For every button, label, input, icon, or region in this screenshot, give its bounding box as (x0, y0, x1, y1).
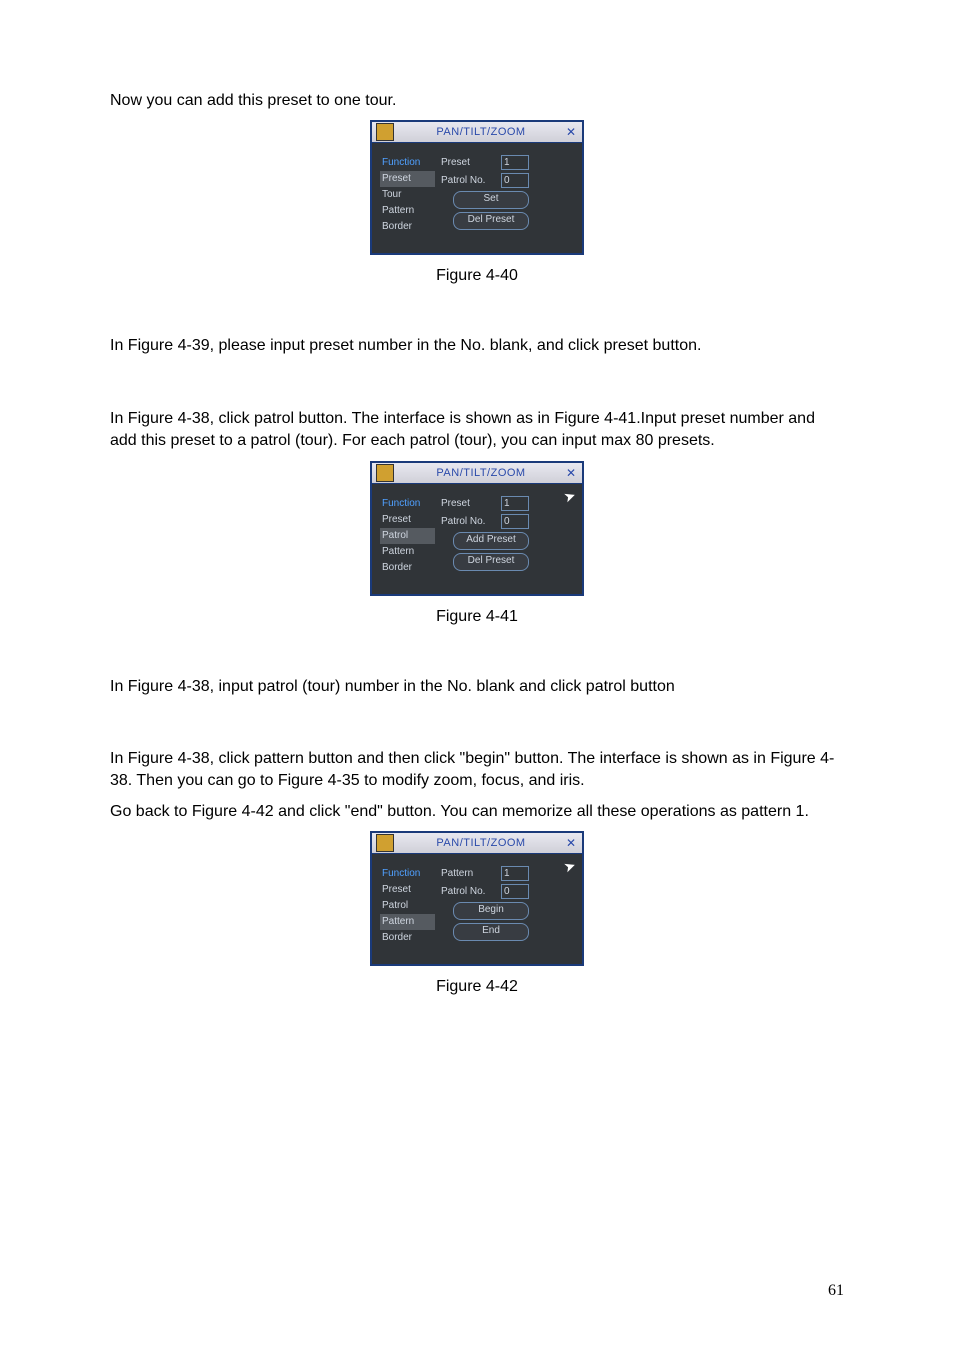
function-menu: Function Preset Tour Pattern Border (380, 155, 435, 235)
ptz-dialog: PAN/TILT/ZOOM ✕ ➤ Function Preset Patrol… (370, 831, 584, 966)
menu-item-preset[interactable]: Preset (380, 512, 435, 528)
close-icon[interactable]: ✕ (564, 125, 578, 139)
patrol-no-input[interactable]: 0 (501, 884, 529, 899)
label-preset: Preset (441, 498, 497, 509)
figure-4-41: PAN/TILT/ZOOM ✕ ➤ Function Preset Patrol… (110, 461, 844, 626)
paragraph: In Figure 4-38, click patrol button. The… (110, 408, 844, 453)
label-patrol-no: Patrol No. (441, 516, 497, 527)
paragraph: In Figure 4-39, please input preset numb… (110, 335, 844, 357)
menu-item-tour[interactable]: Tour (380, 187, 435, 203)
paragraph: Go back to Figure 4-42 and click "end" b… (110, 801, 844, 823)
menu-item-pattern[interactable]: Pattern (380, 914, 435, 930)
preset-input[interactable]: 1 (501, 496, 529, 511)
menu-item-border[interactable]: Border (380, 219, 435, 235)
function-menu: Function Preset Patrol Pattern Border (380, 866, 435, 946)
close-icon[interactable]: ✕ (564, 836, 578, 850)
dialog-title: PAN/TILT/ZOOM (398, 837, 564, 849)
add-preset-button[interactable]: Add Preset (453, 532, 529, 550)
menu-item-pattern[interactable]: Pattern (380, 203, 435, 219)
page-number: 61 (828, 1282, 844, 1300)
label-patrol-no: Patrol No. (441, 886, 497, 897)
paragraph: In Figure 4-38, click pattern button and… (110, 748, 844, 793)
end-button[interactable]: End (453, 923, 529, 941)
menu-item-pattern[interactable]: Pattern (380, 544, 435, 560)
close-icon[interactable]: ✕ (564, 466, 578, 480)
set-button[interactable]: Set (453, 191, 529, 209)
preset-input[interactable]: 1 (501, 155, 529, 170)
label-patrol-no: Patrol No. (441, 175, 497, 186)
menu-item-border[interactable]: Border (380, 930, 435, 946)
paragraph: In Figure 4-38, input patrol (tour) numb… (110, 676, 844, 698)
patrol-no-input[interactable]: 0 (501, 173, 529, 188)
ptz-dialog: PAN/TILT/ZOOM ✕ ➤ Function Preset Patrol… (370, 461, 584, 596)
menu-item-border[interactable]: Border (380, 560, 435, 576)
label-pattern: Pattern (441, 868, 497, 879)
menu-item-patrol[interactable]: Patrol (380, 898, 435, 914)
menu-item-function[interactable]: Function (380, 496, 435, 512)
function-menu: Function Preset Patrol Pattern Border (380, 496, 435, 576)
app-logo-icon (376, 123, 394, 141)
begin-button[interactable]: Begin (453, 902, 529, 920)
app-logo-icon (376, 464, 394, 482)
del-preset-button[interactable]: Del Preset (453, 553, 529, 571)
menu-item-preset[interactable]: Preset (380, 171, 435, 187)
app-logo-icon (376, 834, 394, 852)
dialog-titlebar: PAN/TILT/ZOOM ✕ (372, 122, 582, 143)
dialog-titlebar: PAN/TILT/ZOOM ✕ (372, 463, 582, 484)
figure-caption: Figure 4-42 (110, 978, 844, 996)
paragraph: Now you can add this preset to one tour. (110, 90, 844, 112)
patrol-no-input[interactable]: 0 (501, 514, 529, 529)
menu-item-function[interactable]: Function (380, 155, 435, 171)
ptz-dialog: PAN/TILT/ZOOM ✕ Function Preset Tour Pat… (370, 120, 584, 255)
dialog-title: PAN/TILT/ZOOM (398, 126, 564, 138)
del-preset-button[interactable]: Del Preset (453, 212, 529, 230)
dialog-titlebar: PAN/TILT/ZOOM ✕ (372, 833, 582, 854)
figure-caption: Figure 4-40 (110, 267, 844, 285)
label-preset: Preset (441, 157, 497, 168)
dialog-title: PAN/TILT/ZOOM (398, 467, 564, 479)
figure-4-42: PAN/TILT/ZOOM ✕ ➤ Function Preset Patrol… (110, 831, 844, 996)
figure-caption: Figure 4-41 (110, 608, 844, 626)
pattern-input[interactable]: 1 (501, 866, 529, 881)
figure-4-40: PAN/TILT/ZOOM ✕ Function Preset Tour Pat… (110, 120, 844, 285)
menu-item-function[interactable]: Function (380, 866, 435, 882)
menu-item-patrol[interactable]: Patrol (380, 528, 435, 544)
menu-item-preset[interactable]: Preset (380, 882, 435, 898)
